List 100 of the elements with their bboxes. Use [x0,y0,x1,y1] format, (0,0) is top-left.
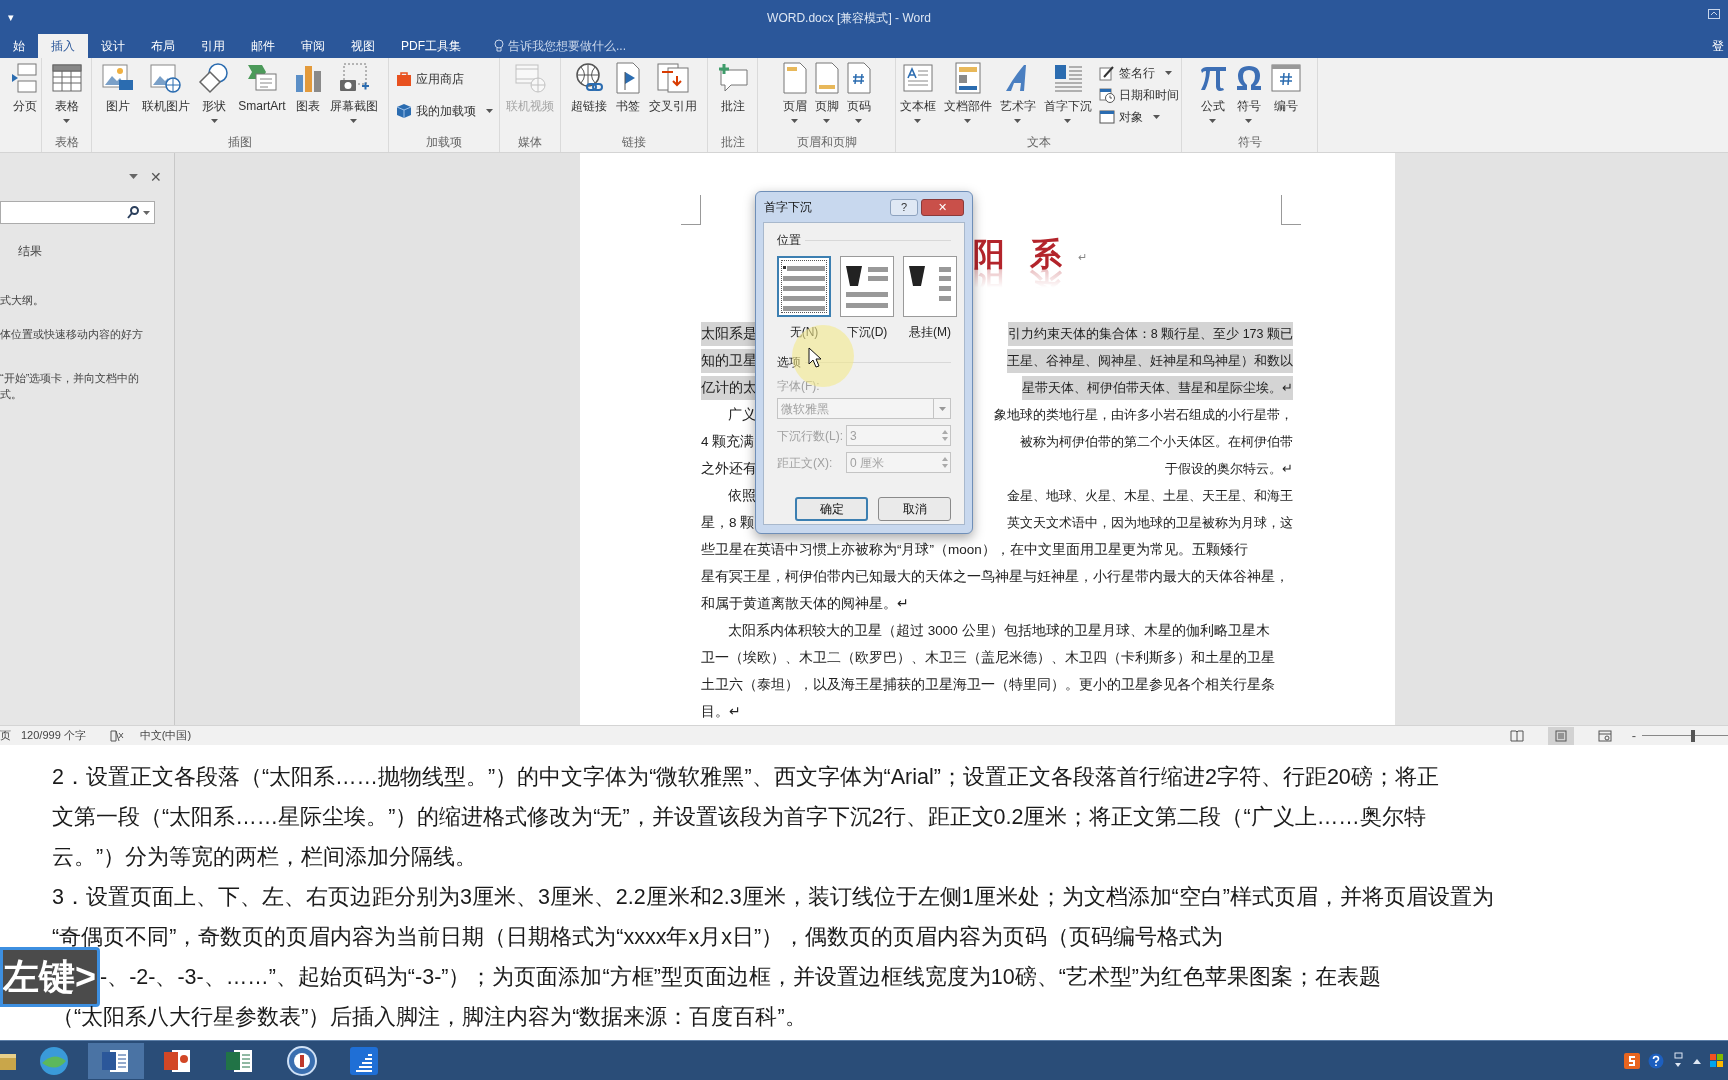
ribbon-button[interactable]: 超链接 [568,61,610,129]
zoom-out-button[interactable]: - [1631,725,1636,746]
help-icon[interactable] [1648,1052,1664,1069]
ribbon-button[interactable]: 交叉引用 [646,61,700,129]
ribbon-tab[interactable]: PDF工具集 [388,34,474,58]
ribbon-button[interactable]: 联机图片 [139,61,194,129]
field-label: 下沉行数(L): [777,427,843,445]
ribbon-button[interactable]: 符号 [1231,61,1266,129]
input-method-icon[interactable] [1624,1052,1640,1069]
body-text: 些卫星在英语中习惯上亦被称为“月球”（moon），在中文里面用卫星更为常见。五颗矮行 [701,540,1248,559]
ribbon-button[interactable]: 屏幕截图 [326,61,381,129]
quick-access-menu[interactable]: ▾ [0,8,22,26]
position-option[interactable] [840,256,894,317]
ribbon-button[interactable]: 形状 [195,61,234,129]
ribbon-button[interactable]: 书签 [612,61,644,129]
table-icon [51,64,82,92]
ribbon-tab[interactable]: 始 [0,34,38,58]
ribbon-button[interactable]: 图片 [99,61,138,129]
object-frame-icon [1098,110,1115,124]
ribbon-tab[interactable]: 审阅 [288,34,338,58]
body-text: 依照 [727,486,756,505]
close-button[interactable]: ✕ [150,169,162,184]
word-count[interactable]: 120/999 个字 [21,727,86,744]
web-layout-icon[interactable] [1597,729,1612,742]
position-option[interactable] [777,256,831,317]
calendar-clock-icon [1098,87,1115,103]
results-tab[interactable]: 结果 [18,242,42,260]
position-option[interactable] [903,256,957,317]
ribbon-tab[interactable]: 设计 [88,34,138,58]
window-title: WORD.docx [兼容模式] - Word [767,11,931,25]
body-text: 王星、谷神星、阋神星、妊神星和鸟神星）和数以 [1007,348,1293,373]
ribbon-button[interactable]: 签名行 [1096,63,1181,83]
search-field[interactable] [0,201,155,224]
help-text: 体位置或快速移动内容的好方 [0,327,143,342]
body-text: 广义 [727,405,756,424]
ribbon-tab[interactable]: 插入 [38,34,88,58]
proofing-icon[interactable] [109,729,124,742]
language-indicator[interactable]: 中文(中国) [139,727,192,744]
page-number-icon [846,62,871,94]
ribbon-tab[interactable]: 布局 [138,34,188,58]
view-button[interactable] [1547,726,1574,745]
ribbon-button[interactable]: 文本框 [896,61,939,129]
comment-icon [716,63,749,93]
zoom-slider[interactable] [1642,729,1728,742]
ribbon-button[interactable]: 页脚 [811,61,842,129]
ribbon-button[interactable]: 页码 [843,61,874,129]
ribbon-tab[interactable]: 邮件 [238,34,288,58]
ribbon-button[interactable]: 应用商店 [393,69,495,89]
dialog-button[interactable]: 取消 [878,497,951,521]
screenshot-icon [337,62,370,94]
word-app-icon[interactable] [88,1042,144,1079]
ribbon-tab[interactable]: 视图 [338,34,388,58]
help-text: “开始”选项卡，并向文档中的 [0,371,140,386]
ribbon-button[interactable]: 分页 [9,61,41,129]
body-text: 太阳系是 [701,321,757,346]
ribbon-button[interactable]: 文档部件 [940,61,995,129]
body-text: 星，8 颗 [701,513,755,532]
shopping-bag-icon [395,71,412,87]
section-label: 位置 [777,232,801,249]
help-button[interactable]: ? [890,198,918,216]
ribbon-button[interactable]: SmartArt [235,61,289,129]
slider-thumb[interactable] [1691,729,1695,742]
ribbon-button[interactable]: 图表 [290,61,325,129]
dialog-button[interactable]: 确定 [795,497,868,521]
body-text: 太阳系内体积较大的卫星（超过 3000 公里）包括地球的卫星月球、木星的伽利略卫星木 [727,621,1270,640]
ribbon-button[interactable]: 日期和时间 [1096,85,1181,105]
option-label: 无(N) [789,324,819,341]
instruction-text: 2．设置正文各段落（“太阳系……抛物线型。”）的中文字体为“微软雅黑”、西文字体为“Arial”；设置正文各段落首行缩进2字符、行距20磅；将正 [52,764,1439,791]
ribbon-tab[interactable]: 引用 [188,34,238,58]
ribbon-button[interactable]: 批注 [713,61,752,129]
ribbon-button[interactable]: 表格 [48,61,85,129]
ribbon-button[interactable]: 编号 [1267,61,1304,129]
read-mode-icon[interactable] [1509,729,1524,742]
globe-link-icon [573,62,605,94]
film-globe-icon [514,63,546,93]
group-label: 表格 [54,134,79,151]
account-link[interactable]: 登 [1712,34,1728,58]
margin-mark [681,195,701,225]
bar-chart-icon [293,63,322,93]
close-button[interactable]: ✕ [921,198,964,216]
tell-me-field[interactable]: 告诉我您想要做什么... [508,37,668,55]
document-parts-icon [954,62,981,94]
ribbon-button[interactable]: 首字下沉 [1040,61,1095,129]
ribbon-button[interactable]: 公式 [1195,61,1230,129]
body-text: 卫一（埃欧）、木卫二（欧罗巴）、木卫三（盖尼米德）、木卫四（卡利斯多）和土星的卫星 [701,648,1275,667]
page-indicator[interactable]: 页 [0,727,11,744]
help-text: 式大纲。 [0,293,44,308]
group-label: 加载项 [426,134,462,151]
ribbon-button[interactable]: 艺术字 [996,61,1039,129]
margin-mark [1281,195,1301,225]
pane-options-icon[interactable] [129,174,138,179]
body-text: 被称为柯伊伯带的第二个小天体区。在柯伊伯带 [1020,433,1293,451]
flag-icon[interactable] [1710,1052,1724,1069]
numbering-icon [1270,64,1301,92]
omega-icon [1234,64,1263,92]
ribbon-display-icon[interactable] [1708,9,1720,19]
ribbon-button[interactable]: 我的加载项 [393,101,495,121]
group-label: 插图 [228,134,252,151]
ribbon-button[interactable]: 对象 [1096,107,1181,127]
ribbon-button[interactable]: 页眉 [779,61,810,129]
